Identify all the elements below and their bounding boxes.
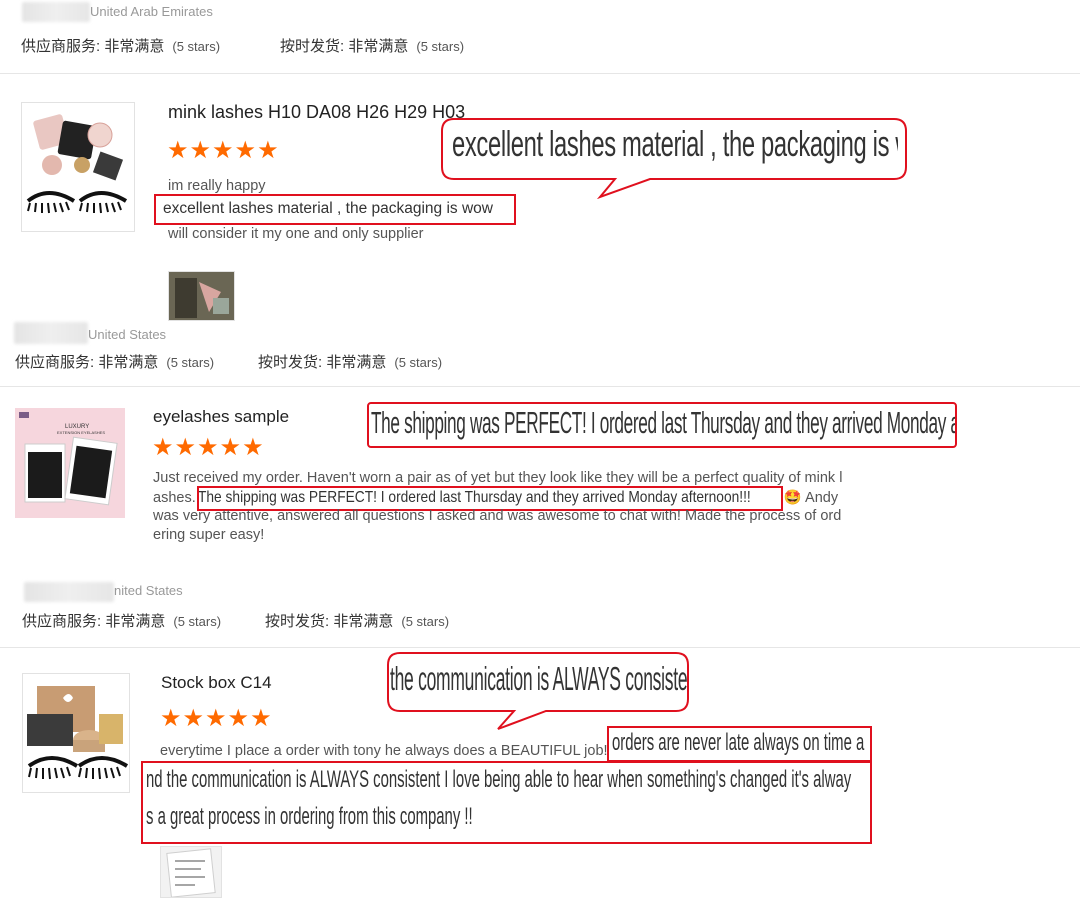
supplier-service-label: 供应商服务: — [15, 354, 95, 371]
product-title[interactable]: mink lashes H10 DA08 H26 H29 H03 — [168, 102, 465, 123]
review-photo — [169, 272, 234, 320]
supplier-service-value: 非常满意 — [104, 38, 165, 55]
supplier-service-stars: (5 stars) — [172, 39, 221, 54]
product-image[interactable] — [22, 673, 130, 793]
product-image[interactable] — [21, 102, 135, 232]
supplier-service-rating: 供应商服务: 非常满意 (5 stars) — [21, 35, 220, 56]
supplier-service-label: 供应商服务: — [21, 38, 101, 55]
blurred-username — [22, 2, 90, 22]
supplier-service-stars: (5 stars) — [173, 614, 222, 629]
reviewer-location: nited States — [114, 583, 183, 598]
shipping-value: 非常满意 — [333, 613, 394, 630]
product-title[interactable]: eyelashes sample — [153, 407, 289, 427]
shipping-label: 按时发货: — [265, 613, 330, 630]
product-photo — [23, 674, 129, 792]
divider — [0, 647, 1080, 648]
product-image[interactable]: LUXURY EXTENSION EYELASHES — [15, 408, 125, 518]
shipping-rating: 按时发货: 非常满意 (5 stars) — [280, 35, 464, 56]
review-text-post: 🤩 Andy — [783, 490, 839, 506]
callout-text: the communication is ALWAYS consistent — [390, 660, 688, 697]
supplier-service-rating: 供应商服务: 非常满意 (5 stars) — [15, 351, 214, 372]
review-line-highlighted: orders are never late always on time a — [612, 729, 865, 756]
shipping-rating: 按时发货: 非常满意 (5 stars) — [265, 610, 449, 631]
review-text-pre: ashes. — [153, 490, 196, 506]
review-line-highlighted: s a great process in ordering from this … — [146, 803, 473, 830]
reviewer-location: United States — [88, 327, 167, 342]
star-rating: ★★★★★ — [160, 705, 273, 732]
callout-text: The shipping was PERFECT! I ordered last… — [371, 405, 955, 440]
star-rating: ★★★★★ — [152, 434, 265, 461]
shipping-stars: (5 stars) — [416, 39, 465, 54]
reviewer-location: United Arab Emirates — [90, 4, 213, 19]
shipping-stars: (5 stars) — [401, 614, 450, 629]
supplier-service-stars: (5 stars) — [166, 355, 215, 370]
shipping-label: 按时发货: — [258, 354, 323, 371]
shipping-value: 非常满意 — [348, 38, 409, 55]
review-line: was very attentive, answered all questio… — [153, 508, 842, 524]
callout-text: excellent lashes material , the packagin… — [452, 123, 898, 164]
product-photo: LUXURY EXTENSION EYELASHES — [15, 408, 125, 518]
review-line: ering super easy! — [153, 527, 265, 543]
supplier-service-value: 非常满意 — [105, 613, 166, 630]
product-sub-text: EXTENSION EYELASHES — [57, 430, 105, 435]
blurred-username — [14, 322, 88, 344]
product-photo — [22, 103, 134, 231]
supplier-service-label: 供应商服务: — [22, 613, 102, 630]
shipping-value: 非常满意 — [326, 354, 387, 371]
divider — [0, 73, 1080, 74]
product-title[interactable]: Stock box C14 — [161, 673, 272, 693]
supplier-service-rating: 供应商服务: 非常满意 (5 stars) — [22, 610, 221, 631]
review-photo-thumbnail[interactable] — [160, 846, 222, 898]
blurred-username — [24, 582, 114, 602]
shipping-rating: 按时发货: 非常满意 (5 stars) — [258, 351, 442, 372]
star-rating: ★★★★★ — [167, 137, 280, 164]
shipping-label: 按时发货: — [280, 38, 345, 55]
review-photo-thumbnail[interactable] — [168, 271, 235, 321]
review-line: will consider it my one and only supplie… — [168, 226, 424, 242]
review-line: everytime I place a order with tony he a… — [160, 743, 608, 759]
divider — [0, 386, 1080, 387]
shipping-stars: (5 stars) — [394, 355, 443, 370]
review-photo — [161, 847, 221, 897]
review-line-highlighted: nd the communication is ALWAYS consisten… — [146, 766, 852, 793]
supplier-service-value: 非常满意 — [98, 354, 159, 371]
